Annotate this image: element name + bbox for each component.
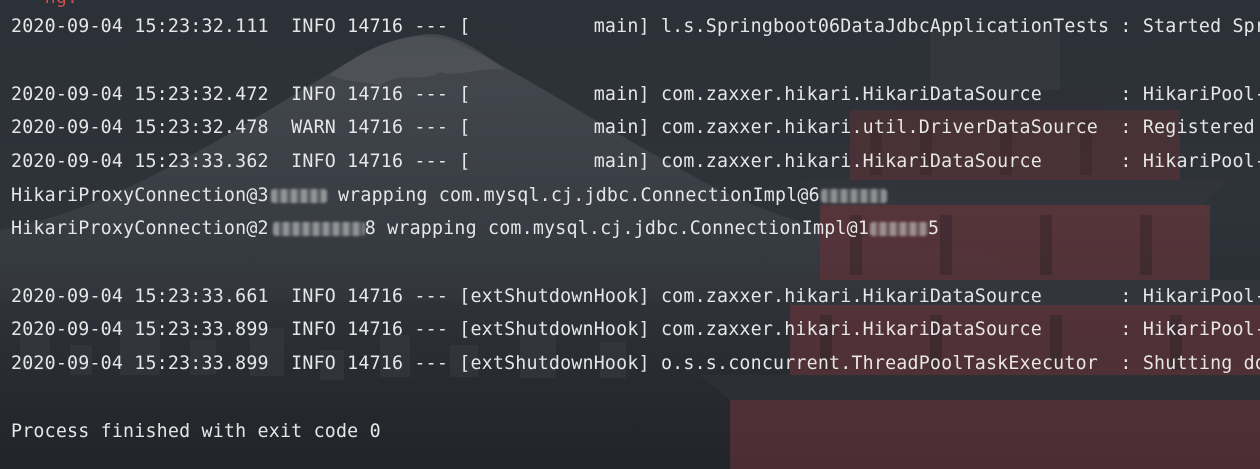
connection-prefix: HikariProxyConnection@2 [11,218,269,239]
log-line-cut-error: ng. --- --- --- --- - - --- --- --- --- … [11,0,1260,8]
log-line: 2020-09-04 15:23:33.899 INFO 14716 --- [… [11,319,1260,340]
log-line-warn: 2020-09-04 15:23:32.478 WARN 14716 --- [… [11,117,1260,138]
redacted-hash [870,222,929,236]
connection-wrap-text: wrapping com.mysql.cj.jdbc.ConnectionImp… [326,185,820,206]
log-line: 2020-09-04 15:23:32.111 INFO 14716 --- [… [11,16,1260,37]
process-exit-line: Process finished with exit code 0 [11,421,381,442]
log-line: 2020-09-04 15:23:32.472 INFO 14716 --- [… [11,84,1260,105]
redacted-hash [820,189,887,203]
redacted-hash [270,189,327,203]
console-output-panel[interactable]: ng. --- --- --- --- - - --- --- --- --- … [0,0,1260,469]
connection-wrap-text: 8 wrapping com.mysql.cj.jdbc.ConnectionI… [364,218,870,239]
connection-suffix: 5 [928,218,940,239]
log-line: 2020-09-04 15:23:33.899 INFO 14716 --- [… [11,353,1260,374]
redacted-hash [272,222,365,236]
connection-prefix: HikariProxyConnection@3 [11,185,269,206]
log-line-connection: HikariProxyConnection@3 wrapping com.mys… [11,179,887,213]
log-text-area[interactable]: ng. --- --- --- --- - - --- --- --- --- … [11,0,1260,442]
log-line: 2020-09-04 15:23:33.362 INFO 14716 --- [… [11,151,1260,172]
log-line-connection: HikariProxyConnection@2 8 wrapping com.my… [11,212,939,246]
log-line: 2020-09-04 15:23:33.661 INFO 14716 --- [… [11,286,1260,307]
